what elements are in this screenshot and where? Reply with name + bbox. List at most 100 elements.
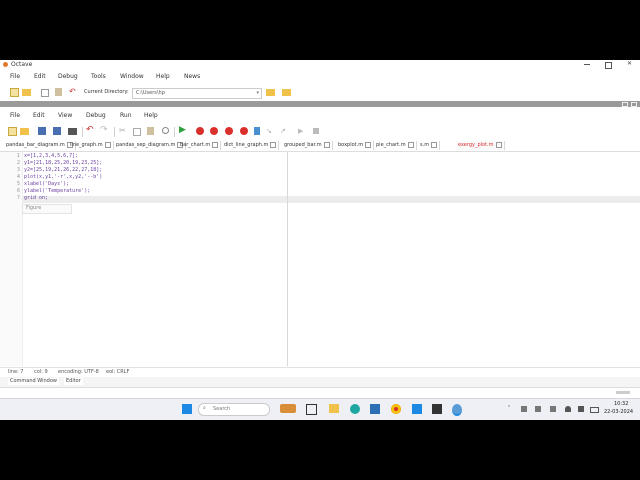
- widgets-icon[interactable]: [280, 404, 296, 413]
- tab-command-window[interactable]: Command Window: [8, 378, 60, 385]
- redo-icon[interactable]: ↷: [100, 126, 109, 135]
- tray-icon[interactable]: [550, 406, 556, 412]
- minimize-button[interactable]: [584, 64, 590, 65]
- editor-menu-debug[interactable]: Debug: [86, 112, 106, 120]
- taskbar-search-box[interactable]: ⌕ Search: [198, 403, 270, 416]
- menu-news[interactable]: News: [184, 73, 200, 81]
- tab-close-icon[interactable]: [323, 141, 330, 148]
- tab-close-icon[interactable]: [431, 141, 438, 148]
- open-folder-icon[interactable]: [22, 89, 31, 96]
- octave-taskbar-icon[interactable]: [452, 404, 462, 416]
- battery-icon[interactable]: [590, 407, 599, 413]
- line-number: 7: [16, 195, 20, 201]
- tab-exergy-plot[interactable]: exergy_plot.m: [456, 141, 505, 150]
- tab-label: bar_chart.m: [180, 142, 211, 148]
- tab-pandas-bar-diagram[interactable]: pandas_bar_diagram.m: [4, 141, 76, 150]
- editor-toolbar: ↶ ↷ ✂ ▶ ↘ ↗ ▶: [0, 125, 640, 139]
- tray-icon[interactable]: [535, 406, 541, 412]
- wifi-icon[interactable]: [565, 406, 571, 412]
- paste-icon[interactable]: [147, 127, 154, 135]
- terminal-icon[interactable]: [432, 404, 442, 414]
- save-as-icon[interactable]: [53, 127, 61, 135]
- chevron-up-icon[interactable]: ⌃: [507, 405, 511, 412]
- menu-help[interactable]: Help: [156, 73, 170, 81]
- tray-icon[interactable]: [521, 406, 527, 412]
- tab-boxplot[interactable]: boxplot.m: [336, 141, 375, 150]
- editor-menu-run[interactable]: Run: [120, 112, 132, 120]
- clear-breakpoints-icon[interactable]: [240, 127, 248, 135]
- undock-icon[interactable]: [622, 102, 628, 107]
- copy-icon[interactable]: [133, 128, 141, 136]
- tab-close-icon[interactable]: [407, 141, 414, 148]
- step-out-icon[interactable]: ↗: [280, 127, 289, 136]
- tab-close-icon[interactable]: [212, 141, 219, 148]
- taskbar-time[interactable]: 10:32: [614, 401, 628, 408]
- editor-menu-file[interactable]: File: [10, 112, 20, 120]
- next-breakpoint-icon[interactable]: [210, 127, 218, 135]
- current-directory-input[interactable]: C:\Users\hp ▾: [132, 88, 262, 99]
- code-line: ylabel('Temperature');: [24, 188, 91, 194]
- menu-window[interactable]: Window: [120, 73, 144, 81]
- status-encoding: encoding: UTF-8: [58, 369, 99, 375]
- menu-tools[interactable]: Tools: [91, 73, 106, 81]
- task-view-icon[interactable]: [306, 404, 317, 415]
- tab-pie-chart[interactable]: pie_chart.m: [374, 141, 417, 150]
- copy-icon[interactable]: [41, 89, 49, 97]
- run-icon[interactable]: ▶: [179, 126, 188, 135]
- browse-folder-icon[interactable]: [266, 89, 275, 96]
- tab-s[interactable]: s.m: [418, 141, 441, 150]
- undo-icon[interactable]: ↶: [69, 88, 78, 97]
- windows-start-icon[interactable]: [182, 404, 192, 414]
- explorer-window-icon[interactable]: [412, 404, 422, 414]
- tab-close-icon[interactable]: [270, 141, 277, 148]
- tab-line-graph[interactable]: line_graph.m: [68, 141, 114, 150]
- bottom-tab-figure[interactable]: Figure: [22, 204, 72, 214]
- editor-menu-edit[interactable]: Edit: [33, 112, 45, 120]
- tab-bar-chart[interactable]: bar_chart.m: [178, 141, 222, 150]
- tab-editor[interactable]: Editor: [64, 378, 83, 385]
- print-icon[interactable]: [68, 128, 77, 135]
- file-explorer-icon[interactable]: [329, 404, 339, 413]
- current-directory-value: C:\Users\hp: [136, 90, 165, 96]
- save-icon[interactable]: [38, 127, 46, 135]
- quit-debug-icon[interactable]: [313, 128, 319, 134]
- editor-menu-help[interactable]: Help: [144, 112, 158, 120]
- maximize-button[interactable]: [605, 62, 612, 69]
- paste-icon[interactable]: [55, 88, 62, 96]
- volume-icon[interactable]: [578, 406, 584, 412]
- chevron-down-icon[interactable]: ▾: [256, 90, 259, 97]
- menu-file[interactable]: File: [10, 73, 20, 81]
- dock-close-icon[interactable]: [631, 102, 637, 107]
- step-in-icon[interactable]: ↘: [266, 127, 275, 136]
- continue-icon[interactable]: ▶: [298, 127, 307, 136]
- tab-grouped-bar[interactable]: grouped_bar.m: [282, 141, 333, 150]
- long-line-marker: [287, 152, 288, 366]
- step-over-icon[interactable]: [254, 127, 260, 135]
- store-icon[interactable]: [370, 404, 380, 414]
- tab-label: s.m: [420, 142, 430, 148]
- breakpoint-icon[interactable]: [196, 127, 204, 135]
- menu-edit[interactable]: Edit: [34, 73, 46, 81]
- undo-icon[interactable]: ↶: [86, 126, 95, 135]
- chrome-icon[interactable]: [391, 404, 401, 414]
- open-file-icon[interactable]: [20, 128, 29, 135]
- tab-close-icon[interactable]: [495, 141, 502, 148]
- new-file-icon[interactable]: [8, 127, 17, 136]
- menu-debug[interactable]: Debug: [58, 73, 78, 81]
- editor-menu-view[interactable]: View: [58, 112, 72, 120]
- resize-grip-icon[interactable]: [616, 391, 630, 394]
- tab-close-icon[interactable]: [104, 141, 111, 148]
- tab-close-icon[interactable]: [365, 141, 372, 148]
- title-bar: Octave ✕: [0, 60, 640, 70]
- close-button[interactable]: ✕: [627, 60, 632, 68]
- find-icon[interactable]: [162, 127, 169, 134]
- cut-icon[interactable]: ✂: [119, 126, 128, 135]
- tab-dict-line-graph[interactable]: dict_line_graph.m: [222, 141, 280, 150]
- code-editor[interactable]: 1 2 3 4 5 6 7 x=[1,2,3,4,5,6,7]; y1=[21,…: [0, 152, 640, 366]
- tab-pandas-sep-diagram[interactable]: pandas_sep_diagram.m: [114, 141, 187, 150]
- taskbar-date[interactable]: 22-03-2024: [604, 409, 633, 416]
- new-script-icon[interactable]: [10, 88, 19, 97]
- parent-folder-icon[interactable]: [282, 89, 291, 96]
- edge-icon[interactable]: [350, 404, 360, 414]
- prev-breakpoint-icon[interactable]: [225, 127, 233, 135]
